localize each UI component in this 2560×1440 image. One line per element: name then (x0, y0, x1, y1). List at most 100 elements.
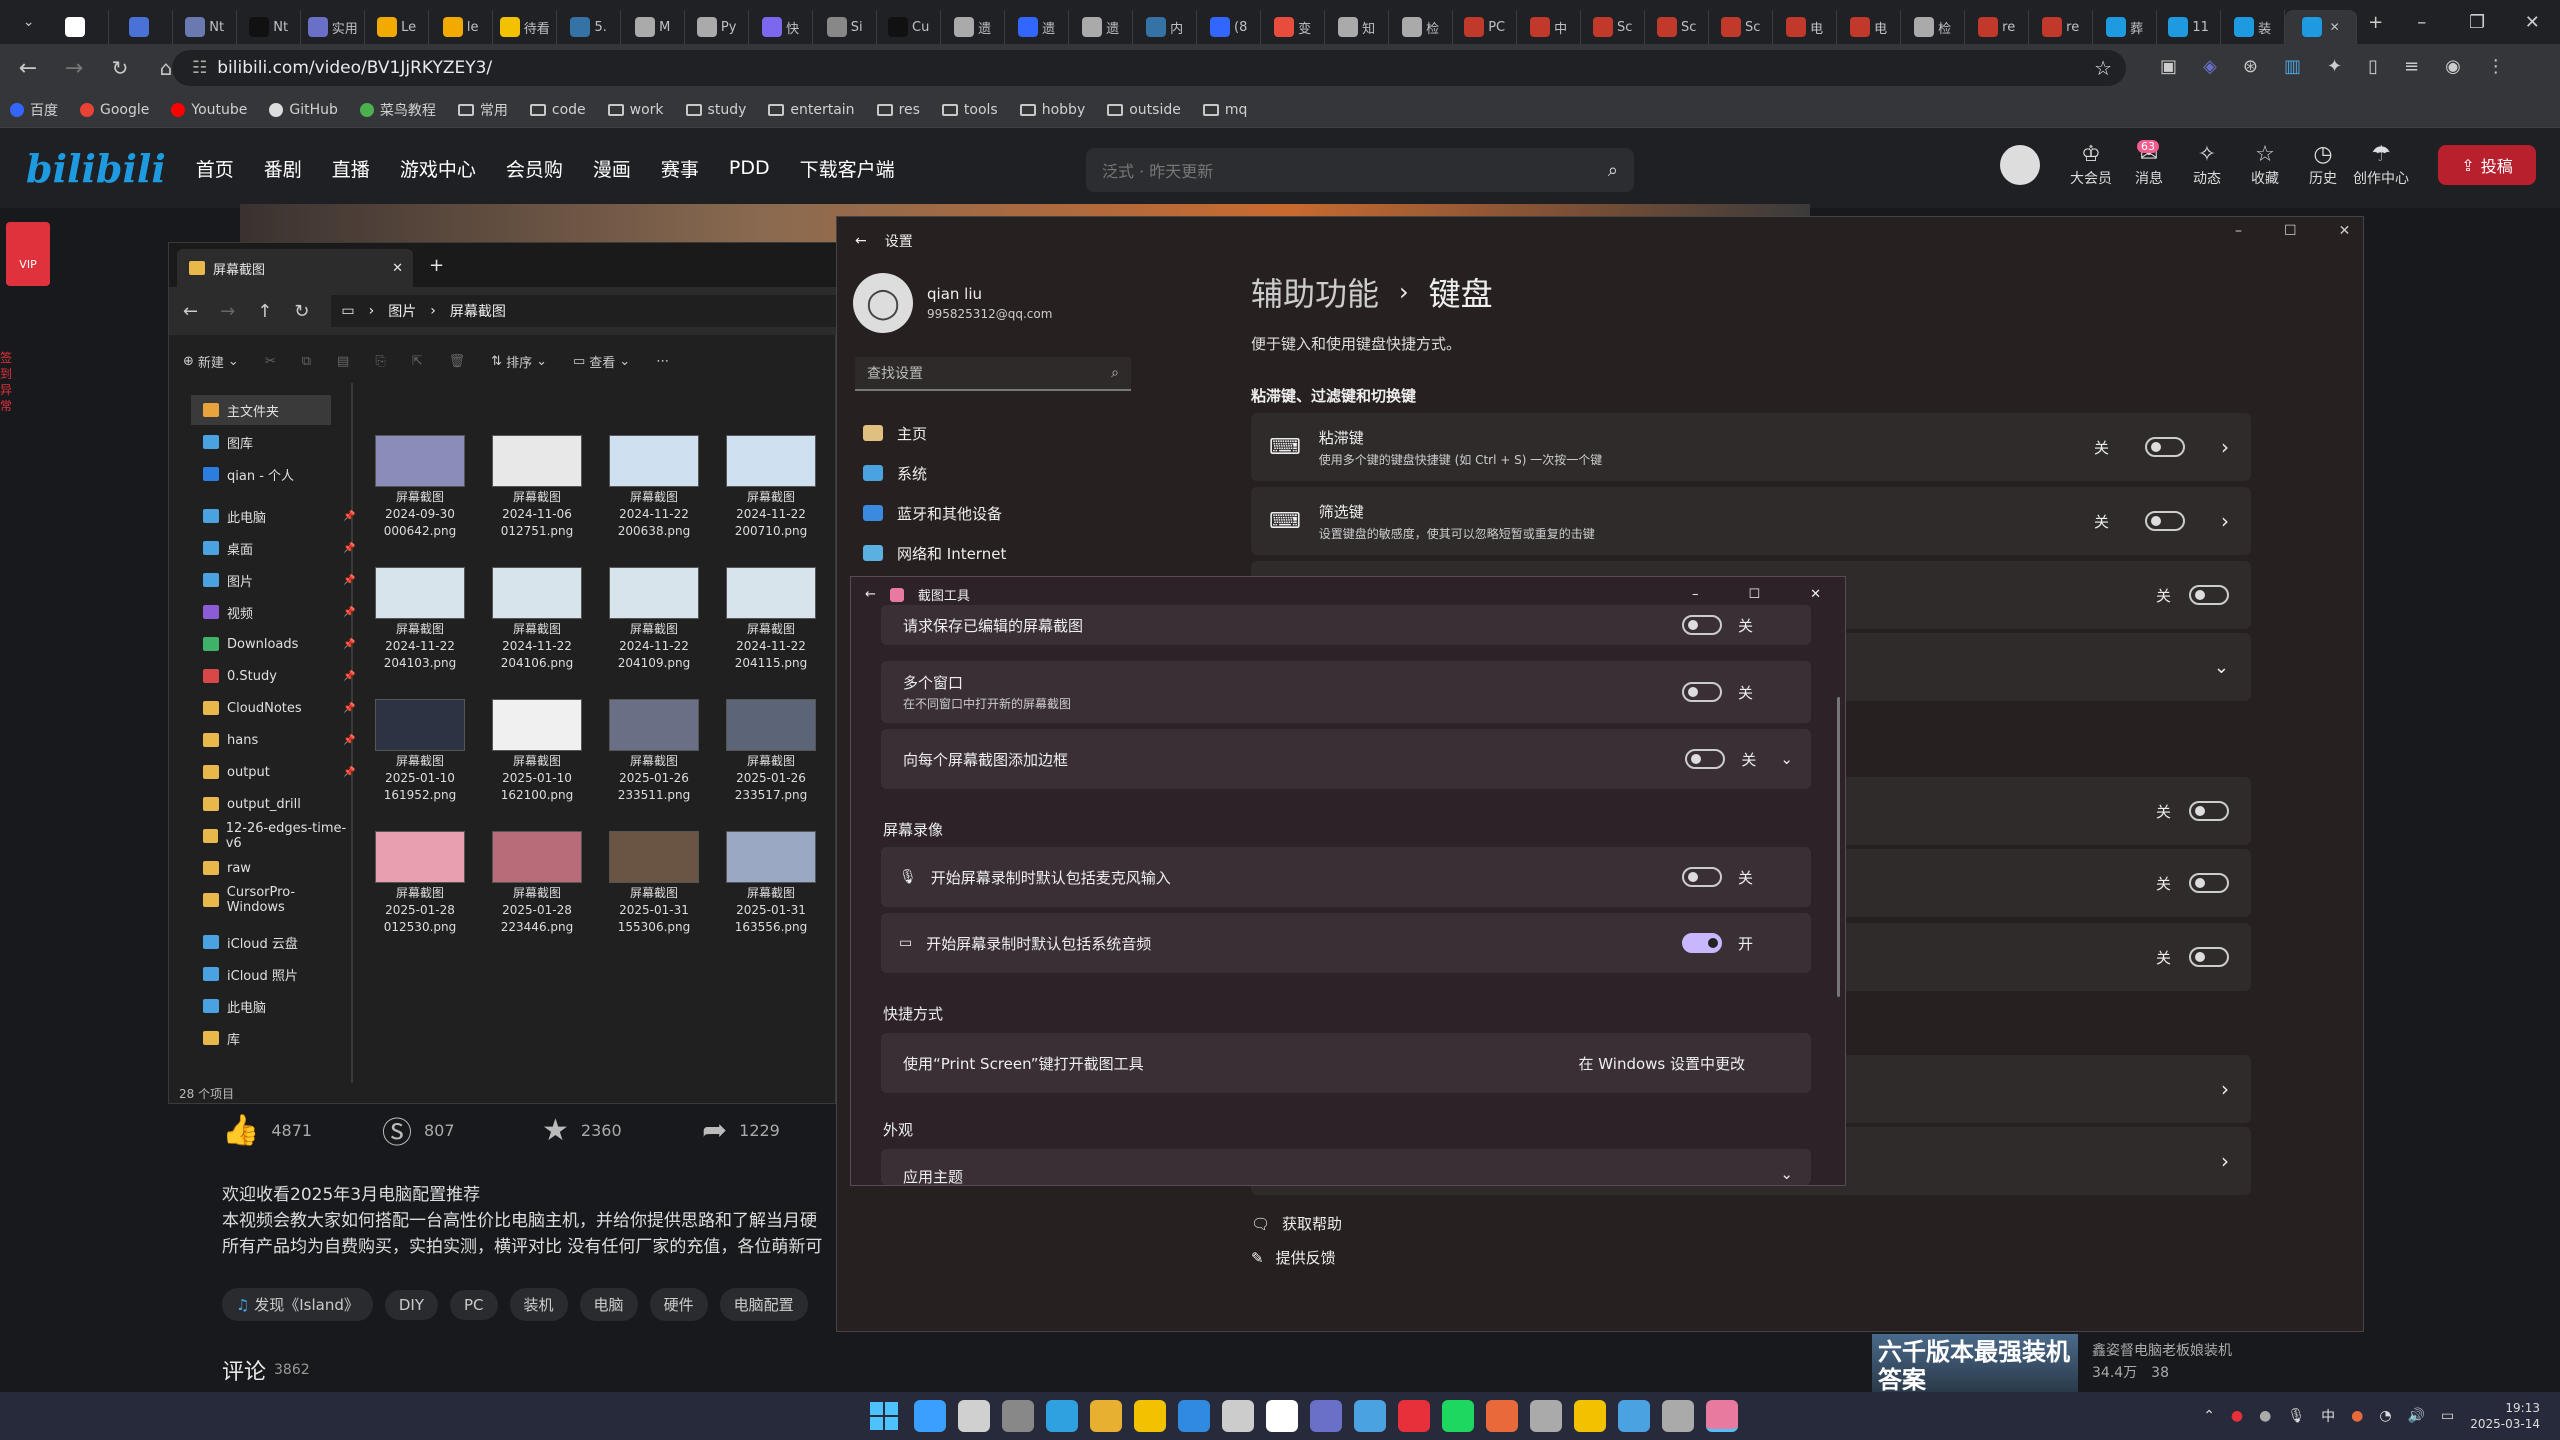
extensions-puzzle-icon[interactable]: ✦ (2327, 56, 2342, 77)
tray-app-icon[interactable]: ● (2259, 1408, 2271, 1424)
bili-nav-link[interactable]: 番剧 (264, 155, 302, 182)
browser-tab[interactable]: Py (685, 10, 750, 44)
forward-icon[interactable]: → (56, 50, 92, 86)
nav-item[interactable]: 此电脑 📌 (203, 501, 355, 531)
file-item[interactable]: 屏幕截图 2024-09-30 000642.png (365, 435, 475, 540)
browser-tab[interactable]: ✕ (2285, 10, 2358, 44)
toggle-switch[interactable] (1681, 867, 1722, 887)
header-icon-item[interactable]: ♔ 大会员 (2062, 142, 2120, 188)
back-icon[interactable]: ← (865, 587, 876, 602)
nav-item[interactable]: iCloud 照片 (203, 959, 298, 989)
new-tab-button[interactable]: + (429, 255, 444, 276)
bili-nav-link[interactable]: 直播 (332, 155, 370, 182)
search-icon[interactable]: ⌕ (1608, 160, 1618, 181)
sign-in-tag[interactable]: 签到异常 (0, 350, 14, 414)
bili-nav-link[interactable]: 赛事 (661, 155, 699, 182)
taskbar-app-icon[interactable] (1662, 1400, 1694, 1432)
crumb-screenshots[interactable]: 屏幕截图 (450, 301, 506, 321)
bilibili-logo[interactable]: bilibili (26, 146, 166, 191)
explorer-tab[interactable]: 屏幕截图 ✕ (177, 249, 413, 287)
nav-item[interactable]: output_drill (203, 789, 301, 819)
taskbar-app-icon[interactable] (1530, 1400, 1562, 1432)
settings-nav-item[interactable]: 网络和 Internet (863, 533, 1143, 573)
video-tag[interactable]: ♫ 发现《Island》 (222, 1288, 373, 1321)
video-tag[interactable]: PC (450, 1289, 498, 1320)
back-icon[interactable]: ← (10, 50, 46, 86)
new-tab-button[interactable]: + (2357, 0, 2394, 44)
maximize-window-button[interactable]: ❐ (2449, 0, 2504, 44)
browser-tab[interactable]: 检 (1901, 10, 1966, 44)
volume-icon[interactable]: 🔊 (2408, 1408, 2425, 1424)
nav-item[interactable]: CloudNotes 📌 (203, 693, 355, 723)
browser-tab[interactable]: Le (365, 10, 430, 44)
taskbar-app-icon[interactable] (958, 1400, 990, 1432)
browser-tab[interactable]: 5. (557, 10, 622, 44)
taskbar-app-icon[interactable] (1046, 1400, 1078, 1432)
back-icon[interactable]: ← (183, 301, 198, 322)
theme-row[interactable]: 应用主题 ⌄ (881, 1149, 1811, 1185)
wifi-icon[interactable]: ◔ (2379, 1408, 2391, 1424)
taskbar-app-icon[interactable] (914, 1400, 946, 1432)
tab-search-icon[interactable]: ⌄ (12, 4, 45, 40)
browser-tab[interactable]: 实用 (301, 10, 366, 44)
action-button[interactable]: Ⓢ 807 (382, 1108, 502, 1152)
settings-nav-item[interactable]: 主页 (863, 413, 1143, 453)
change-in-settings-link[interactable]: 在 Windows 设置中更改 (1579, 1053, 1746, 1074)
cast-icon[interactable]: ≡ (2404, 56, 2419, 77)
file-item[interactable]: 屏幕截图 2024-11-22 200638.png (599, 435, 709, 540)
browser-tab[interactable]: 快 (749, 10, 814, 44)
file-item[interactable]: 屏幕截图 2025-01-10 162100.png (482, 699, 592, 804)
nav-item[interactable]: 0.Study 📌 (203, 661, 355, 691)
refresh-icon[interactable]: ↻ (294, 301, 309, 322)
browser-tab[interactable]: 遗 (1069, 10, 1134, 44)
nav-item[interactable]: output 📌 (203, 757, 355, 787)
taskbar-app-icon[interactable] (1486, 1400, 1518, 1432)
close-button[interactable]: ✕ (1810, 587, 1821, 602)
avatar[interactable] (2000, 145, 2040, 185)
file-item[interactable]: 屏幕截图 2025-01-28 012530.png (365, 831, 475, 936)
sidebar-icon[interactable]: ▯ (2368, 56, 2378, 77)
bookmark-item[interactable]: hobby (1019, 102, 1085, 118)
user-profile[interactable]: ◯ qian liu 995825312@qq.com (853, 273, 1052, 333)
tray-expand-icon[interactable]: ⌃ (2203, 1408, 2215, 1424)
site-info-icon[interactable]: ☷ (192, 58, 207, 78)
browser-tab[interactable]: le (429, 10, 494, 44)
recommended-video-thumb[interactable]: 六千版本最强装机答案 (1872, 1334, 2078, 1392)
share-icon[interactable]: ⇱ (412, 354, 423, 369)
settings-nav-item[interactable]: 蓝牙和其他设备 (863, 493, 1143, 533)
delete-icon[interactable]: 🗑 (449, 354, 466, 369)
battery-icon[interactable]: ▭ (2441, 1408, 2454, 1424)
extension-icon[interactable]: ▥ (2284, 56, 2301, 77)
browser-tab[interactable]: 电 (1773, 10, 1838, 44)
toggle-switch[interactable] (1681, 682, 1722, 702)
file-item[interactable]: 屏幕截图 2025-01-31 155306.png (599, 831, 709, 936)
browser-tab[interactable]: 中 (1517, 10, 1582, 44)
video-tag[interactable]: DIY (384, 1289, 438, 1320)
bookmark-item[interactable]: 菜鸟教程 (359, 100, 436, 120)
cut-icon[interactable]: ✂ (265, 354, 276, 369)
taskbar-app-icon[interactable] (1266, 1400, 1298, 1432)
bookmark-item[interactable]: mq (1202, 102, 1247, 118)
new-button[interactable]: ⊕ 新建 ⌄ (183, 352, 239, 371)
scrollbar[interactable] (1837, 697, 1840, 997)
extension-icon[interactable]: ◈ (2203, 56, 2217, 77)
header-icon-item[interactable]: ✧ 动态 (2178, 142, 2236, 188)
bookmark-item[interactable]: entertain (768, 102, 855, 118)
toggle-switch[interactable] (2189, 801, 2229, 821)
up-icon[interactable]: ↑ (257, 301, 272, 322)
action-button[interactable]: 👍 4871 (222, 1113, 342, 1148)
browser-tab[interactable]: (8 (1197, 10, 1262, 44)
bookmark-item[interactable]: Youtube (171, 102, 247, 118)
browser-tab[interactable]: 变 (1261, 10, 1326, 44)
video-tag[interactable]: 电脑配置 (719, 1288, 808, 1321)
browser-tab[interactable]: 电 (1837, 10, 1902, 44)
reload-icon[interactable]: ↻ (102, 50, 138, 86)
nav-item[interactable]: 桌面 📌 (203, 533, 355, 563)
url-bar[interactable]: ☷ bilibili.com/video/BV1JjRKYZEY3/ ☆ (172, 50, 2126, 86)
bookmark-item[interactable]: GitHub (269, 102, 338, 118)
browser-tab[interactable]: PC (1453, 10, 1518, 44)
file-item[interactable]: 屏幕截图 2025-01-26 233517.png (716, 699, 826, 804)
close-button[interactable]: ✕ (2339, 223, 2351, 239)
close-window-button[interactable]: ✕ (2505, 0, 2560, 44)
crumb-accessibility[interactable]: 辅助功能 (1251, 269, 1379, 315)
